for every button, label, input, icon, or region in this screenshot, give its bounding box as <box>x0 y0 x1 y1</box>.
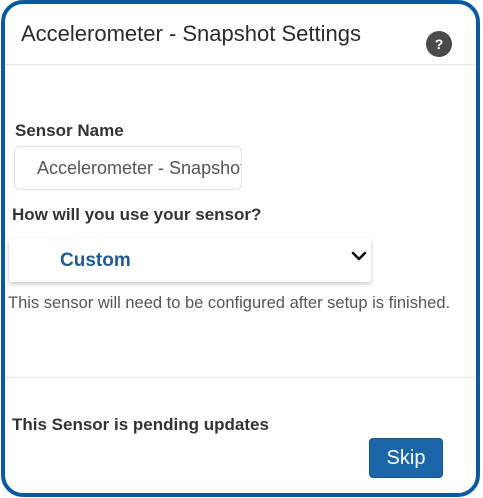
usage-label: How will you use your sensor? <box>12 205 262 224</box>
help-icon[interactable]: ? <box>426 31 452 57</box>
usage-select[interactable]: Custom <box>9 238 371 282</box>
settings-panel: Accelerometer - Snapshot Settings ? Sens… <box>1 0 480 497</box>
usage-selected-value: Custom <box>60 250 131 271</box>
helper-text: This sensor will need to be configured a… <box>8 294 451 312</box>
chevron-down-icon <box>351 251 367 261</box>
sensor-name-label: Sensor Name <box>15 121 124 140</box>
panel-header: Accelerometer - Snapshot Settings ? <box>5 4 476 65</box>
page-title: Accelerometer - Snapshot Settings <box>21 21 361 46</box>
skip-button[interactable]: Skip <box>369 438 443 478</box>
pending-updates-text: This Sensor is pending updates <box>12 415 269 434</box>
divider <box>5 377 476 378</box>
sensor-name-input[interactable] <box>14 146 242 190</box>
